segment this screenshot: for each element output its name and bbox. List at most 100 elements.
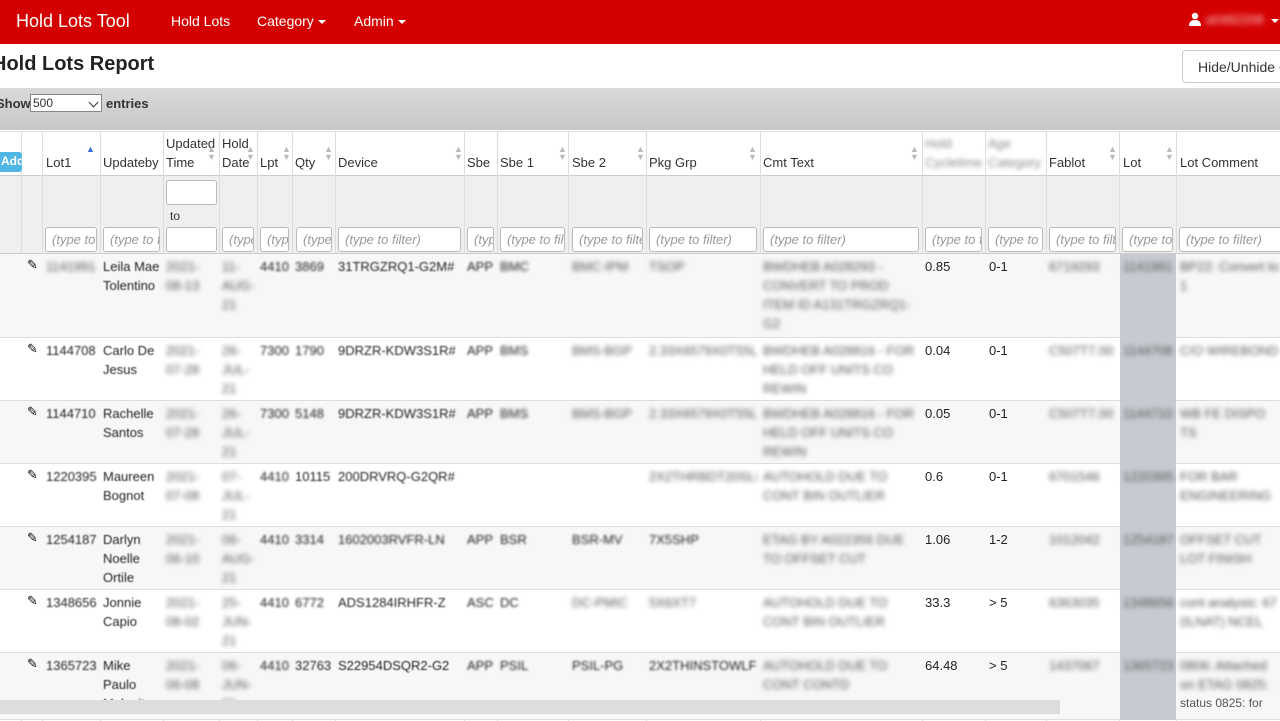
cell-updated-time: 2021-07-28	[166, 343, 200, 377]
cell-lpt: 4410	[260, 532, 289, 547]
filter-lpt-input[interactable]: (type to filter)	[260, 227, 289, 252]
chevron-down-icon	[88, 97, 99, 108]
add-row-button[interactable]: Add	[0, 152, 24, 172]
column-header-hold-cycletime-line2[interactable]: Cycletime	[925, 153, 982, 172]
edit-pencil-icon[interactable]: ✎	[27, 257, 38, 273]
column-header-device[interactable]: Device	[338, 153, 378, 172]
column-header-sbe[interactable]: Sbe	[467, 153, 490, 172]
column-header-lot[interactable]: Lot	[1123, 153, 1141, 172]
edit-pencil-icon[interactable]: ✎	[27, 467, 38, 483]
cell-lot: 1365723	[1123, 658, 1174, 673]
cell-lot-comment: C/O WIREBOND	[1180, 343, 1279, 358]
filter-hold-cycletime-input[interactable]: (type to filter)	[925, 227, 982, 252]
filter-age-category-input[interactable]: (type to filter)	[988, 227, 1043, 252]
filter-device-input[interactable]: (type to filter)	[338, 227, 461, 252]
filter-sbe-input[interactable]: (type to filter)	[467, 227, 494, 252]
cell-lpt: 4410	[260, 595, 289, 610]
cell-fablot: C507T7.00	[1049, 406, 1114, 421]
filter-updateby-input[interactable]: (type to filter)	[103, 227, 160, 252]
cell-pkg-grp: 7X5SHP	[649, 532, 699, 547]
sort-icon: ▲ ▼	[1108, 144, 1117, 162]
cell-lpt: 4410	[260, 259, 289, 274]
column-header-age-category-line2[interactable]: Category	[988, 153, 1041, 172]
column-header-lpt[interactable]: Lpt	[260, 153, 278, 172]
nav-category-dropdown[interactable]: Category	[257, 13, 326, 29]
cell-lot1: 1144710	[46, 406, 96, 421]
cell-pkg-grp: 2.33X6579X0T55LF	[649, 343, 757, 358]
cell-hold-cycletime: 0.6	[925, 469, 944, 484]
column-header-hold-cycletime-line1[interactable]: Hold	[925, 134, 952, 153]
lot-comment-overflow-text: status 0825: for	[1180, 696, 1263, 710]
column-header-updateby[interactable]: Updateby	[103, 153, 159, 172]
nav-admin-label: Admin	[354, 13, 394, 29]
entries-per-page-select[interactable]: 500	[30, 94, 102, 112]
column-header-sbe2[interactable]: Sbe 2	[572, 153, 606, 172]
edit-pencil-icon[interactable]: ✎	[27, 656, 38, 672]
sort-icon: ▲ ▼	[1165, 144, 1174, 162]
column-header-lot1[interactable]: Lot1	[46, 153, 71, 172]
filter-lot1-input[interactable]: (type to filter)	[45, 227, 97, 252]
cell-lot1: 1141991	[46, 259, 96, 274]
cell-qty: 32763	[295, 658, 332, 673]
column-header-hold-date-line1[interactable]: Hold	[222, 134, 249, 153]
cell-hold-cycletime: 0.04	[925, 343, 951, 358]
column-header-sbe1[interactable]: Sbe 1	[500, 153, 534, 172]
cell-lpt: 4410	[260, 658, 289, 673]
brand-link[interactable]: Hold Lots Tool	[16, 11, 130, 32]
nav-hold-lots[interactable]: Hold Lots	[171, 13, 230, 29]
nav-hold-lots-label: Hold Lots	[171, 13, 231, 29]
cell-hold-date: 06-AUG-21	[222, 532, 254, 585]
cell-age-category: 1-2	[989, 532, 1008, 547]
cell-device: ADS1284IRHFR-Z	[338, 595, 446, 610]
cell-lot: 1144708	[1123, 343, 1173, 358]
column-header-fablot[interactable]: Fablot	[1049, 153, 1085, 172]
column-header-qty[interactable]: Qty	[295, 153, 315, 172]
sort-ascending-icon: ▲	[86, 144, 95, 154]
column-header-cmt-text[interactable]: Cmt Text	[763, 153, 814, 172]
cell-cmt-text: BWDHEB A028816 - FOR HELD OFF UNITS CO R…	[763, 343, 914, 396]
edit-pencil-icon[interactable]: ✎	[27, 341, 38, 357]
column-header-updated-time-line2[interactable]: Time	[166, 153, 194, 172]
chevron-down-icon	[397, 20, 406, 25]
column-header-age-category-line1[interactable]: Age	[988, 134, 1011, 153]
filter-sbe1-input[interactable]: (type to filter)	[500, 227, 565, 252]
column-header-pkg-grp[interactable]: Pkg Grp	[649, 153, 697, 172]
nav-admin-dropdown[interactable]: Admin	[354, 13, 406, 29]
cell-qty: 6772	[295, 595, 324, 610]
cell-pkg-grp: 2X2THINSTOWLF	[649, 658, 757, 673]
sort-icon: ▲ ▼	[282, 144, 291, 162]
cell-updateby: Leila Mae Tolentino	[103, 259, 160, 293]
cell-fablot: 6363035	[1049, 595, 1100, 610]
filter-pkg-grp-input[interactable]: (type to filter)	[649, 227, 757, 252]
cell-updateby: Carlo De Jesus	[103, 343, 155, 377]
cell-device: 200DRVRQ-G2QR#	[338, 469, 455, 484]
cell-hold-cycletime: 0.05	[925, 406, 951, 421]
edit-pencil-icon[interactable]: ✎	[27, 530, 38, 546]
cell-lot: 1144710	[1123, 406, 1173, 421]
filter-hold-date-input[interactable]: (type to filter)	[222, 227, 254, 252]
chevron-down-icon	[317, 20, 326, 25]
cell-updated-time: 2021-07-28	[166, 406, 200, 440]
edit-pencil-icon[interactable]: ✎	[27, 593, 38, 609]
filter-lot-input[interactable]: (type to filter)	[1122, 227, 1173, 252]
hide-unhide-columns-button[interactable]: Hide/Unhide Columns	[1182, 50, 1280, 83]
filter-cmt-text-input[interactable]: (type to filter)	[763, 227, 919, 252]
filter-sbe2-input[interactable]: (type to filter)	[572, 227, 643, 252]
filter-fablot-input[interactable]: (type to filter)	[1049, 227, 1116, 252]
filter-lot-comment-input[interactable]: (type to filter)	[1179, 227, 1280, 252]
cell-sbe1: DC	[500, 595, 519, 610]
edit-pencil-icon[interactable]: ✎	[27, 404, 38, 420]
updated-time-to-input[interactable]	[166, 227, 217, 252]
cell-pkg-grp: 2.33X6579X0T55LF	[649, 406, 757, 421]
user-menu[interactable]: a0482208	[1188, 12, 1280, 27]
cell-lot1: 1220395	[46, 469, 97, 484]
horizontal-scrollbar[interactable]	[0, 700, 1060, 714]
cell-lot1: 1348656	[46, 595, 97, 610]
cell-qty: 1790	[295, 343, 324, 358]
column-header-lot-comment[interactable]: Lot Comment	[1180, 153, 1258, 172]
entries-label: entries	[106, 96, 149, 111]
cell-lot: 1348656	[1123, 595, 1174, 610]
cell-hold-date: 07-JUL-21	[222, 469, 250, 522]
filter-qty-input[interactable]: (type to filter)	[296, 227, 332, 252]
updated-time-from-input[interactable]	[166, 180, 217, 205]
